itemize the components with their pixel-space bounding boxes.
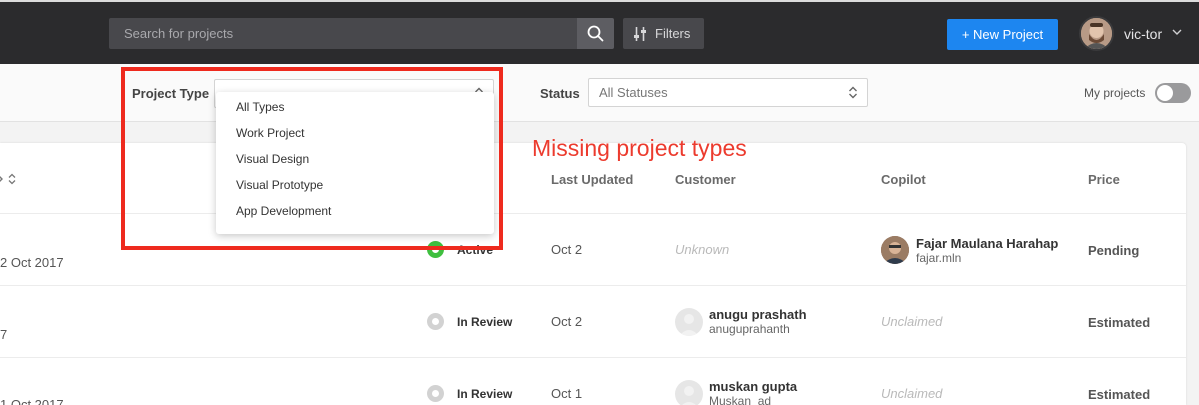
table-row-1-price: Pending	[1088, 243, 1140, 258]
customer-avatar-placeholder	[675, 380, 703, 405]
dropdown-option-app-development[interactable]: App Development	[236, 204, 331, 218]
header-copilot[interactable]: Copilot	[881, 172, 926, 187]
dropdown-option-visual-design[interactable]: Visual Design	[236, 152, 309, 166]
sort-icon[interactable]	[0, 172, 18, 186]
sliders-icon	[634, 26, 646, 41]
table-row-2-price: Estimated	[1088, 315, 1151, 330]
chevron-down-icon[interactable]	[1172, 29, 1182, 36]
table-row-1-copilot-handle: fajar.mln	[916, 251, 962, 265]
project-type-dropdown: All Types Work Project Visual Design Vis…	[216, 92, 494, 234]
table-row-3-created: 1 Oct 2017	[0, 397, 64, 405]
table-row-1-status: Active	[457, 243, 494, 257]
filters-label: Filters	[655, 26, 691, 41]
filters-button[interactable]: Filters	[623, 18, 704, 49]
table-row-2-copilot: Unclaimed	[881, 314, 943, 329]
my-projects-label: My projects	[1084, 86, 1146, 100]
table-row-2-customer-handle: anuguprahanth	[709, 322, 790, 336]
header-customer[interactable]: Customer	[675, 172, 736, 187]
status-label: Status	[540, 86, 580, 101]
status-active-icon	[427, 241, 444, 258]
table-row-3-status: In Review	[457, 387, 513, 401]
row-divider	[0, 285, 1186, 286]
status-review-icon	[427, 313, 444, 330]
toggle-knob	[1157, 85, 1173, 101]
my-projects-toggle[interactable]	[1155, 83, 1191, 103]
updown-arrows-icon	[849, 86, 857, 99]
table-row-2-customer-name[interactable]: anugu prashath	[709, 307, 807, 322]
user-avatar[interactable]	[1079, 16, 1114, 51]
project-type-label: Project Type	[132, 86, 210, 101]
username[interactable]: vic-tor	[1124, 26, 1162, 42]
table-row-2-last-updated: Oct 2	[551, 314, 583, 329]
dropdown-option-all-types[interactable]: All Types	[236, 100, 284, 114]
table-row-1-last-updated: Oct 2	[551, 242, 583, 257]
dropdown-option-visual-prototype[interactable]: Visual Prototype	[236, 178, 323, 192]
top-navbar: Search for projects Filters + New Projec…	[0, 0, 1199, 64]
search-icon	[587, 25, 604, 42]
table-row-3-last-updated: Oct 1	[551, 386, 583, 401]
header-price[interactable]: Price	[1088, 172, 1120, 187]
table-row-3-customer-handle: Muskan_ad	[709, 394, 772, 405]
status-select-value: All Statuses	[599, 85, 668, 100]
new-project-button[interactable]: + New Project	[947, 19, 1058, 50]
header-last-updated[interactable]: Last Updated	[551, 172, 633, 187]
dropdown-option-work-project[interactable]: Work Project	[236, 126, 304, 140]
table-row-3-copilot: Unclaimed	[881, 386, 943, 401]
table-row-1-created: 2 Oct 2017	[0, 255, 64, 270]
search-button[interactable]	[577, 18, 614, 49]
row-divider	[0, 213, 1186, 214]
status-review-icon	[427, 385, 444, 402]
customer-avatar-placeholder	[675, 308, 703, 336]
table-row-2-status: In Review	[457, 315, 513, 329]
status-select[interactable]: All Statuses	[588, 78, 868, 107]
table-row-1-customer: Unknown	[675, 242, 730, 257]
table-row-3-customer-name[interactable]: muskan gupta	[709, 379, 797, 394]
search-input[interactable]: Search for projects	[109, 18, 577, 49]
table-row-1-copilot-name[interactable]: Fajar Maulana Harahap	[916, 236, 1058, 251]
row-divider	[0, 357, 1186, 358]
table-row-2-created: 7	[0, 327, 8, 342]
copilot-avatar	[881, 236, 909, 264]
annotation-text: Missing project types	[532, 135, 747, 161]
table-row-3-price: Estimated	[1088, 387, 1151, 402]
